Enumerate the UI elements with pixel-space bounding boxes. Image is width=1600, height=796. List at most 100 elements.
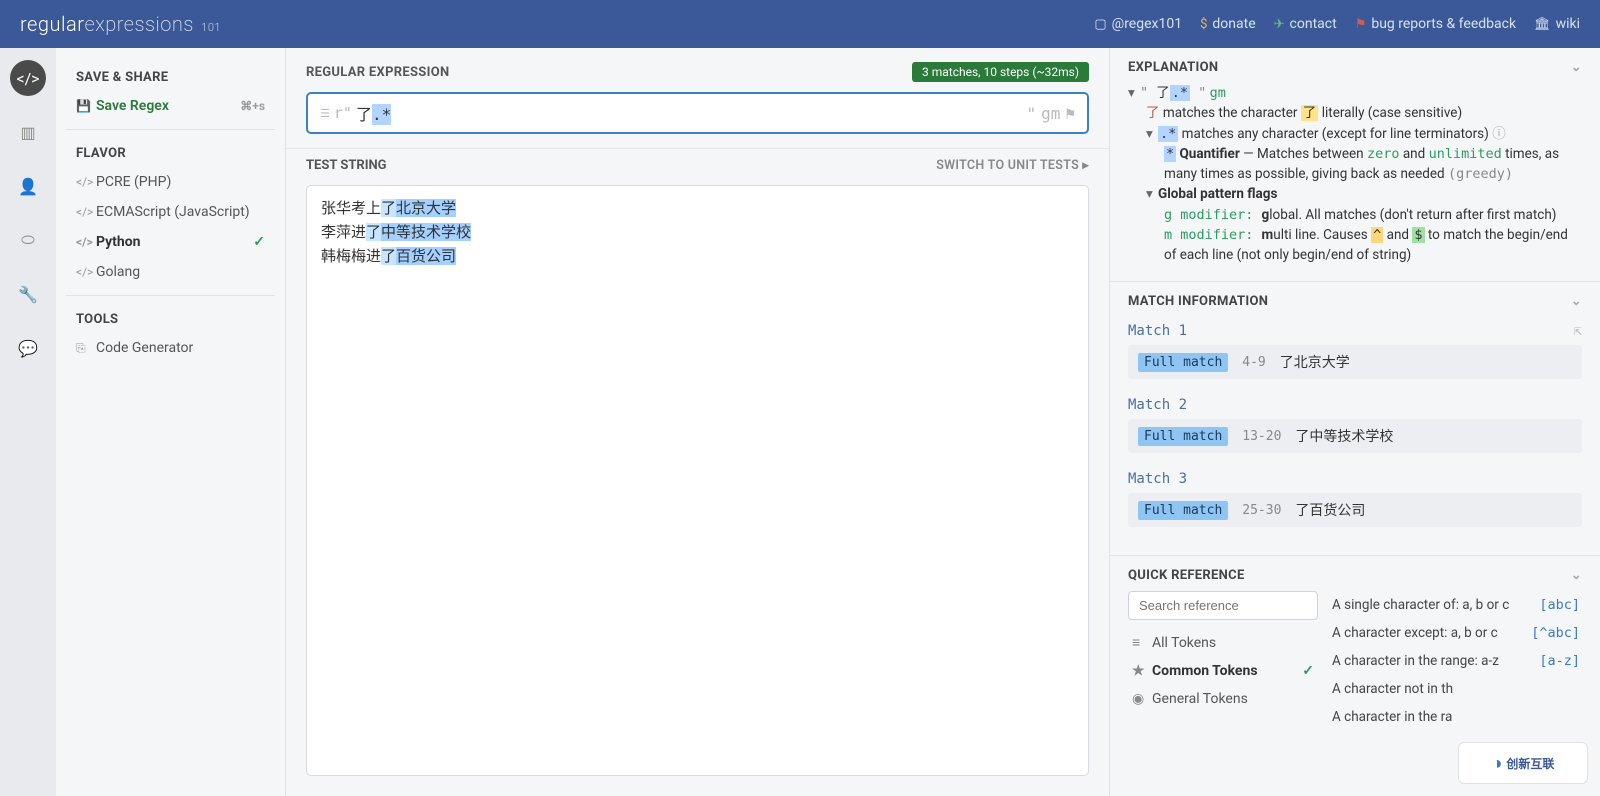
match-badge: 3 matches, 10 steps (~32ms) — [912, 62, 1089, 82]
logo-main: regular — [20, 12, 84, 36]
nav-user-icon[interactable]: 👤 — [10, 168, 46, 204]
nav-library-icon[interactable]: ▥ — [10, 114, 46, 150]
twitter-icon: ▢ — [1094, 17, 1106, 32]
link-bugs[interactable]: ⚑bug reports & feedback — [1355, 16, 1516, 32]
nav-settings-icon[interactable]: 🔧 — [10, 276, 46, 312]
quickref-symbol: [abc] — [1539, 597, 1580, 613]
bug-icon: ⚑ — [1355, 17, 1367, 32]
sidebar: SAVE & SHARE 💾 Save Regex ⌘+s FLAVOR </>… — [56, 48, 286, 796]
match-title: Match 1⇱ — [1128, 317, 1582, 345]
quickref-category[interactable]: ≡All Tokens — [1128, 628, 1318, 657]
check-icon: ✓ — [1302, 663, 1314, 679]
quickref-item[interactable]: A character in the ra — [1330, 703, 1582, 731]
quickref-symbol: [a-z] — [1539, 653, 1580, 669]
chevron-down-icon[interactable]: ⌄ — [1571, 60, 1582, 75]
regex-input[interactable]: ☰r" 了.* " gm ⚑ — [306, 92, 1089, 134]
check-icon: ✓ — [253, 234, 265, 250]
wiki-icon: 🏛 — [1534, 17, 1551, 32]
match-text: 了北京大学 — [1280, 352, 1350, 372]
watermark-logo: ◑创新互联 — [1458, 742, 1588, 784]
match-text: 了中等技术学校 — [1295, 426, 1393, 446]
link-donate[interactable]: $donate — [1200, 16, 1256, 32]
logo[interactable]: regularexpressions 101 — [20, 12, 221, 36]
export-icon[interactable]: ⇱ — [1574, 323, 1582, 339]
tool-item[interactable]: ⎘Code Generator — [66, 333, 275, 363]
section-tools-title: TOOLS — [66, 304, 275, 333]
icon-sidebar: </> ▥ 👤 ⬭ 🔧 💬 — [0, 48, 56, 796]
main-panel: REGULAR EXPRESSION 3 matches, 10 steps (… — [286, 48, 1110, 796]
save-regex-button[interactable]: 💾 Save Regex ⌘+s — [66, 91, 275, 121]
category-icon: ≡ — [1132, 634, 1152, 651]
switch-unit-tests[interactable]: SWITCH TO UNIT TESTS ▸ — [936, 157, 1089, 173]
test-string-input[interactable]: 张华考上了北京大学李萍进了中等技术学校韩梅梅进了百货公司 — [306, 185, 1089, 776]
match-row: Full match 25-30 了百货公司 — [1128, 493, 1582, 527]
quickref-item[interactable]: A character not in th — [1330, 675, 1582, 703]
regex-title: REGULAR EXPRESSION — [306, 65, 449, 80]
quickref-item[interactable]: A single character of: a, b or c[abc] — [1330, 591, 1582, 619]
match-range: 25-30 — [1242, 503, 1281, 518]
category-icon: ◉ — [1132, 691, 1152, 707]
section-flavor-title: FLAVOR — [66, 138, 275, 167]
match-info-body: Match 1⇱Full match4-9了北京大学Match 2Full ma… — [1110, 317, 1600, 555]
regex-flags[interactable]: " gm ⚑ — [1026, 104, 1075, 123]
quickref-symbol: [^abc] — [1531, 625, 1580, 641]
match-title: Match 2 — [1128, 391, 1582, 419]
flavor-item[interactable]: </>Python✓ — [66, 227, 275, 257]
match-title: Match 3 — [1128, 465, 1582, 493]
match-label: Full match — [1138, 427, 1228, 446]
match-block: Match 1⇱ Full match 4-9 了北京大学 — [1128, 317, 1582, 379]
quickref-title: QUICK REFERENCE ⌄ — [1110, 555, 1600, 591]
nav-code-icon[interactable]: </> — [10, 60, 46, 96]
explanation-title: EXPLANATION ⌄ — [1110, 48, 1600, 83]
section-save-title: SAVE & SHARE — [66, 62, 275, 91]
nav-incognito-icon[interactable]: ⬭ — [10, 222, 46, 258]
save-icon: 💾 — [76, 99, 96, 113]
chevron-down-icon[interactable]: ⌄ — [1571, 568, 1582, 583]
flavor-item[interactable]: </>PCRE (PHP) — [66, 167, 275, 197]
quickref-item[interactable]: A character except: a, b or c[^abc] — [1330, 619, 1582, 647]
logo-sub: 101 — [201, 21, 221, 34]
code-icon: </> — [76, 205, 96, 219]
code-icon: </> — [76, 175, 96, 189]
match-row: Full match13-20了中等技术学校 — [1128, 419, 1582, 453]
save-shortcut: ⌘+s — [240, 99, 265, 113]
dollar-icon: $ — [1200, 17, 1207, 32]
match-info-title: MATCH INFORMATION ⌄ — [1110, 281, 1600, 317]
match-label: Full match — [1138, 353, 1228, 372]
quickref-search-input[interactable] — [1128, 591, 1318, 620]
nav-chat-icon[interactable]: 💬 — [10, 330, 46, 366]
match-label: Full match — [1138, 501, 1228, 520]
test-line: 韩梅梅进了百货公司 — [321, 244, 1074, 268]
code-icon: </> — [76, 235, 96, 249]
flavor-item[interactable]: </>Golang — [66, 257, 275, 287]
save-label: Save Regex — [96, 98, 169, 114]
flag-icon: ⚑ — [1065, 104, 1075, 123]
quickref-category[interactable]: ◉General Tokens — [1128, 685, 1318, 713]
match-row: Full match 4-9 了北京大学 — [1128, 345, 1582, 379]
flavor-item[interactable]: </>ECMAScript (JavaScript) — [66, 197, 275, 227]
test-line: 张华考上了北京大学 — [321, 196, 1074, 220]
link-twitter[interactable]: ▢@regex101 — [1094, 16, 1182, 32]
code-icon: ⎘ — [76, 341, 96, 356]
test-title: TEST STRING — [306, 158, 387, 173]
link-contact[interactable]: ✈contact — [1274, 16, 1337, 32]
header-links: ▢@regex101 $donate ✈contact ⚑bug reports… — [1094, 16, 1580, 32]
send-icon: ✈ — [1274, 17, 1285, 32]
match-range: 4-9 — [1242, 355, 1265, 370]
right-panel: EXPLANATION ⌄ ▾" 了.* " gm 了 matches the … — [1110, 48, 1600, 796]
match-text: 了百货公司 — [1295, 500, 1365, 520]
test-line: 李萍进了中等技术学校 — [321, 220, 1074, 244]
quickref-category[interactable]: ★Common Tokens✓ — [1128, 657, 1318, 685]
quickref-body: ≡All Tokens★Common Tokens✓◉General Token… — [1110, 591, 1600, 741]
quickref-item[interactable]: A character in the range: a-z[a-z] — [1330, 647, 1582, 675]
match-block: Match 2Full match13-20了中等技术学校 — [1128, 391, 1582, 453]
match-block: Match 3 Full match 25-30 了百货公司 — [1128, 465, 1582, 527]
category-icon: ★ — [1132, 663, 1152, 679]
chevron-down-icon[interactable]: ⌄ — [1571, 294, 1582, 309]
regex-pattern: 了.* — [352, 101, 395, 125]
top-header: regularexpressions 101 ▢@regex101 $donat… — [0, 0, 1600, 48]
logo-thin: expressions — [84, 12, 193, 36]
link-wiki[interactable]: 🏛wiki — [1534, 16, 1580, 32]
code-icon: </> — [76, 265, 96, 279]
regex-delim-left: ☰r" — [320, 104, 352, 122]
